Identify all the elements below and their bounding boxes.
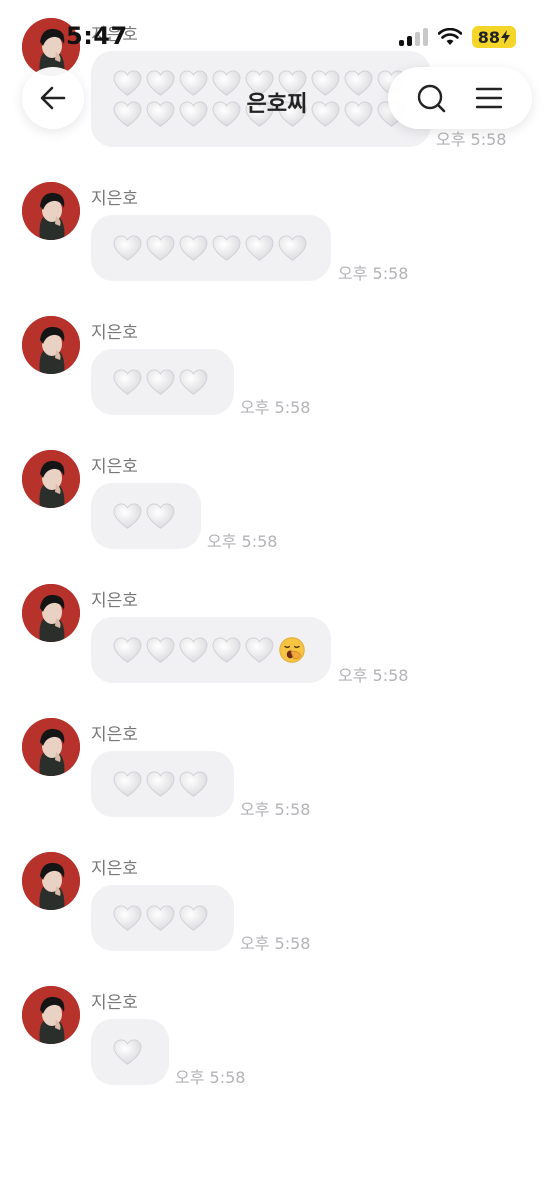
avatar[interactable] <box>22 584 80 642</box>
white-heart-emoji <box>179 770 208 797</box>
sender-name: 지은호 <box>91 993 138 1013</box>
white-heart-emoji <box>179 70 208 96</box>
hamburger-menu-icon <box>475 87 503 109</box>
message-bubble[interactable]: 🤍🤍🤍🤍🤍🤍 <box>91 215 331 281</box>
avatar[interactable] <box>22 450 80 508</box>
white-heart-emoji <box>245 70 274 96</box>
avatar[interactable] <box>22 852 80 910</box>
message-time: 오후 5:58 <box>240 934 311 953</box>
white-heart-emoji <box>146 368 175 395</box>
white-heart-emoji <box>146 70 175 96</box>
sender-name: 지은호 <box>91 725 138 745</box>
profile-photo <box>22 450 80 508</box>
message-item: 지은호 🤍🤍🤍 오후 5:58 <box>0 316 554 450</box>
profile-photo <box>22 986 80 1044</box>
profile-photo <box>22 718 80 776</box>
message-time: 오후 5:58 <box>240 398 311 417</box>
message-time: 오후 5:58 <box>338 264 409 283</box>
white-heart-emoji <box>113 770 142 797</box>
message-bubble[interactable]: 🤍 <box>91 1019 169 1085</box>
white-heart-emoji <box>278 234 307 261</box>
white-heart-emoji <box>278 70 307 96</box>
header-actions <box>388 67 532 129</box>
message-bubble[interactable]: 🤍🤍🤍🤍🤍🤍🤍🤍🤍🤍🤍🤍🤍🤍🤍🤍🤍🤍 <box>91 51 431 147</box>
white-heart-emoji <box>344 70 373 96</box>
white-heart-emoji <box>212 234 241 261</box>
message-time: 오후 5:58 <box>207 532 278 551</box>
white-heart-emoji <box>113 502 142 529</box>
yawning-face-emoji <box>279 637 305 663</box>
white-heart-emoji <box>146 502 175 529</box>
white-heart-emoji <box>146 234 175 261</box>
back-button[interactable] <box>22 67 84 129</box>
message-bubble[interactable]: 🤍🤍🤍 <box>91 885 234 951</box>
avatar[interactable] <box>22 182 80 240</box>
message-bubble[interactable]: 🤍🤍🤍 <box>91 751 234 817</box>
sender-name: 지은호 <box>91 189 138 209</box>
white-heart-emoji <box>113 101 142 127</box>
message-time: 오후 5:58 <box>175 1068 246 1087</box>
message-item: 지은호 🤍🤍🤍 오후 5:58 <box>0 852 554 986</box>
white-heart-emoji <box>179 234 208 261</box>
charging-bolt-icon <box>501 30 510 44</box>
profile-photo <box>22 316 80 374</box>
search-icon <box>417 84 446 113</box>
message-item: 지은호 🤍 오후 5:58 <box>0 986 554 1120</box>
status-time: 5:47 <box>66 22 128 50</box>
sender-name: 지은호 <box>91 591 138 611</box>
white-heart-emoji <box>146 636 175 663</box>
profile-photo <box>22 182 80 240</box>
white-heart-emoji <box>146 770 175 797</box>
white-heart-emoji <box>113 70 142 96</box>
avatar[interactable] <box>22 316 80 374</box>
message-item: 지은호 🤍🤍🤍 오후 5:58 <box>0 718 554 852</box>
white-heart-emoji <box>245 101 274 127</box>
white-heart-emoji <box>245 636 274 663</box>
white-heart-emoji <box>245 234 274 261</box>
wifi-icon <box>437 28 462 45</box>
message-item: 지은호 🤍🤍 오후 5:58 <box>0 450 554 584</box>
sender-name: 지은호 <box>91 323 138 343</box>
white-heart-emoji <box>311 70 340 96</box>
white-heart-emoji <box>113 368 142 395</box>
white-heart-emoji <box>278 101 307 127</box>
white-heart-emoji <box>113 904 142 931</box>
message-bubble[interactable]: 🤍🤍🤍🤍🤍🥱 <box>91 617 331 683</box>
white-heart-emoji <box>113 636 142 663</box>
status-icons: 88 <box>398 26 516 48</box>
white-heart-emoji <box>179 636 208 663</box>
arrow-left-icon <box>40 86 66 110</box>
message-time: 오후 5:58 <box>436 130 507 149</box>
menu-button[interactable] <box>472 81 506 115</box>
avatar[interactable] <box>22 986 80 1044</box>
cellular-signal-icon <box>398 28 428 46</box>
white-heart-emoji <box>179 368 208 395</box>
message-item: 지은호 🤍🤍🤍🤍🤍🥱 오후 5:58 <box>0 584 554 718</box>
message-item: 지은호 🤍🤍🤍🤍🤍🤍 오후 5:58 <box>0 182 554 316</box>
profile-photo <box>22 584 80 642</box>
search-button[interactable] <box>414 81 448 115</box>
message-bubble[interactable]: 🤍🤍 <box>91 483 201 549</box>
white-heart-emoji <box>146 101 175 127</box>
message-time: 오후 5:58 <box>240 800 311 819</box>
white-heart-emoji <box>212 70 241 96</box>
message-bubble[interactable]: 🤍🤍🤍 <box>91 349 234 415</box>
sender-name: 지은호 <box>91 457 138 477</box>
profile-photo <box>22 852 80 910</box>
white-heart-emoji <box>179 101 208 127</box>
white-heart-emoji <box>311 101 340 127</box>
status-bar: 5:47 88 <box>0 0 554 60</box>
message-time: 오후 5:58 <box>338 666 409 685</box>
white-heart-emoji <box>344 101 373 127</box>
white-heart-emoji <box>212 636 241 663</box>
sender-name: 지은호 <box>91 859 138 879</box>
white-heart-emoji <box>146 904 175 931</box>
white-heart-emoji <box>212 101 241 127</box>
white-heart-emoji <box>179 904 208 931</box>
battery-indicator: 88 <box>471 26 516 48</box>
avatar[interactable] <box>22 718 80 776</box>
white-heart-emoji <box>113 1038 142 1065</box>
battery-level: 88 <box>477 27 500 47</box>
white-heart-emoji <box>113 234 142 261</box>
